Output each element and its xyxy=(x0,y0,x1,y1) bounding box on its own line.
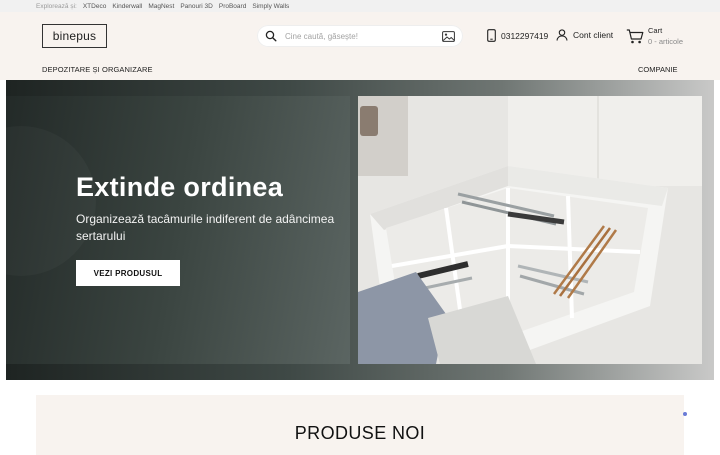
hero-banner: Extinde ordinea Organizează tacâmurile i… xyxy=(6,80,714,380)
cart-link[interactable]: Cart 0 - articole xyxy=(626,25,683,47)
phone-icon xyxy=(487,29,496,42)
explore-label: Explorează și: xyxy=(36,2,77,10)
explore-link-proboard[interactable]: ProBoard xyxy=(219,3,246,10)
user-icon xyxy=(556,29,568,41)
explore-link-magnest[interactable]: MagNest xyxy=(148,3,174,10)
hero-image xyxy=(358,96,702,364)
top-strip: Explorează și: XTDeco Kinderwall MagNest… xyxy=(0,0,720,12)
phone-contact[interactable]: 0312297419 xyxy=(487,29,548,42)
nav-item-companie[interactable]: COMPANIE xyxy=(638,65,677,74)
explore-link-kinderwall[interactable]: Kinderwall xyxy=(112,3,142,10)
cart-label: Cart xyxy=(648,26,663,35)
hero-title: Extinde ordinea xyxy=(76,172,284,202)
new-products-title: PRODUSE NOI xyxy=(294,423,426,443)
main-nav: DEPOZITARE ȘI ORGANIZARE COMPANIE xyxy=(0,62,720,80)
view-product-button[interactable]: VEZI PRODUSUL xyxy=(76,260,180,286)
search-input[interactable] xyxy=(285,31,442,41)
explore-link-panouri-3d[interactable]: Panouri 3D xyxy=(180,3,213,10)
cart-count: 0 - articole xyxy=(648,37,684,46)
new-products-section: PRODUSE NOI xyxy=(36,395,684,455)
drawer-organizer-photo xyxy=(358,96,702,364)
phone-number: 0312297419 xyxy=(501,30,549,41)
chat-indicator-dot[interactable] xyxy=(683,412,687,416)
site-logo[interactable]: binepus xyxy=(42,24,107,48)
search-bar xyxy=(257,25,463,47)
account-label: Cont client xyxy=(573,30,614,40)
account-link[interactable]: Cont client xyxy=(556,29,613,41)
cart-icon xyxy=(626,28,644,43)
site-header: binepus 0312297419 Cont client xyxy=(0,12,720,80)
search-icon[interactable] xyxy=(265,30,277,42)
explore-link-simply-walls[interactable]: Simply Walls xyxy=(252,3,289,10)
nav-item-depozitare[interactable]: DEPOZITARE ȘI ORGANIZARE xyxy=(42,65,153,74)
explore-link-xtdeco[interactable]: XTDeco xyxy=(83,3,106,10)
hero-subtitle: Organizează tacâmurile indiferent de adâ… xyxy=(76,212,335,243)
image-search-icon[interactable] xyxy=(442,30,455,42)
